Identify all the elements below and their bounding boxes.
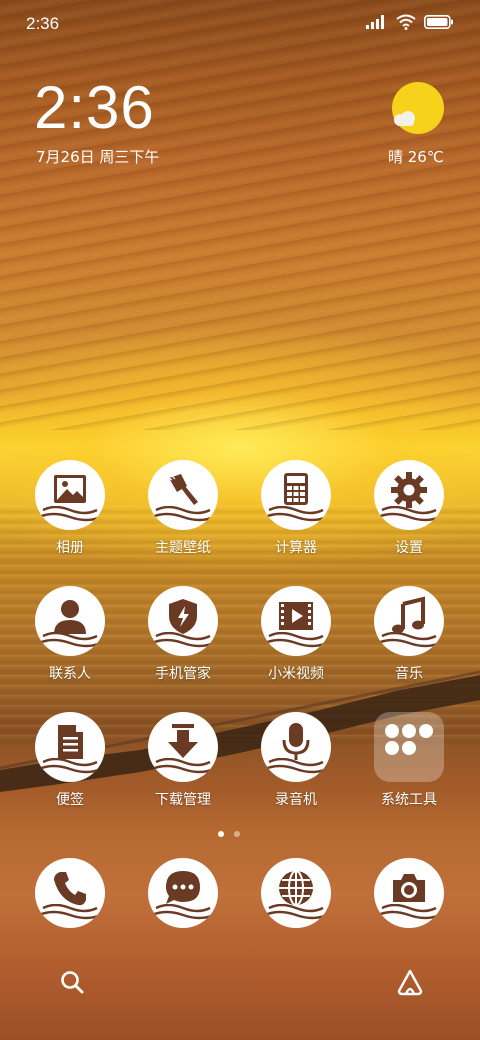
app-contacts[interactable]: 联系人 (20, 586, 120, 696)
app-music[interactable]: 音乐 (359, 586, 459, 696)
app-label: 便签 (56, 792, 84, 808)
page-dot (234, 831, 240, 837)
wifi-icon (396, 14, 416, 30)
clock-date[interactable]: 7月26日 周三下午 (36, 146, 159, 167)
app-label: 音乐 (395, 666, 423, 682)
wave-decoration (151, 632, 215, 648)
wave-decoration (264, 506, 328, 522)
video-icon (279, 602, 313, 630)
app-vault-icon[interactable] (396, 968, 424, 996)
wave-decoration (151, 758, 215, 774)
wave-decoration (377, 506, 441, 522)
app-icon-bg (148, 858, 218, 928)
gear-icon (391, 472, 427, 508)
app-icon-bg (261, 712, 331, 782)
app-icon-bg (374, 586, 444, 656)
app-settings[interactable]: 设置 (359, 460, 459, 570)
app-label: 计算器 (275, 540, 317, 556)
battery-icon (424, 15, 453, 29)
status-bar: 2:36 (0, 0, 480, 50)
message-icon (166, 871, 200, 904)
app-icon-bg (261, 586, 331, 656)
download-icon (168, 724, 198, 758)
app-calculator[interactable]: 计算器 (246, 460, 346, 570)
wave-decoration (38, 904, 102, 920)
app-label: 相册 (56, 540, 84, 556)
page-dot-active (218, 831, 224, 837)
page-indicator[interactable] (218, 831, 240, 837)
app-icon-bg (261, 460, 331, 530)
app-icon-bg (261, 858, 331, 928)
wave-decoration (377, 632, 441, 648)
wave-decoration (38, 632, 102, 648)
app-label: 系统工具 (381, 792, 437, 808)
app-label: 设置 (395, 540, 423, 556)
music-note-icon (392, 596, 425, 634)
app-recorder[interactable]: 录音机 (246, 712, 346, 822)
app-label: 手机管家 (155, 666, 211, 682)
app-icon-bg (35, 858, 105, 928)
wave-decoration (151, 506, 215, 522)
app-icon-bg (374, 460, 444, 530)
browser-globe-icon (279, 870, 313, 906)
app-label: 联系人 (49, 666, 91, 682)
app-label: 小米视频 (268, 666, 324, 682)
app-icon-bg (35, 460, 105, 530)
app-gallery[interactable]: 相册 (20, 460, 120, 570)
dock-messages[interactable] (133, 858, 233, 930)
app-icon-bg (35, 586, 105, 656)
app-icon-bg (35, 712, 105, 782)
security-shield-icon (169, 599, 197, 634)
notes-icon (58, 725, 83, 759)
calculator-icon (284, 473, 308, 505)
wave-decoration (38, 506, 102, 522)
mini-app-icon (385, 724, 399, 738)
status-icons (366, 14, 454, 30)
wave-decoration (264, 904, 328, 920)
clock-time[interactable]: 2:36 (34, 78, 155, 138)
contact-icon (54, 600, 86, 634)
app-security[interactable]: 手机管家 (133, 586, 233, 696)
theme-brush-icon (168, 474, 198, 505)
app-folder-system-tools[interactable]: 系统工具 (359, 712, 459, 822)
phone-icon (54, 872, 86, 906)
app-label: 录音机 (275, 792, 317, 808)
app-downloads[interactable]: 下载管理 (133, 712, 233, 822)
folder-icon (374, 712, 444, 782)
status-time: 2:36 (26, 14, 60, 33)
wave-decoration (264, 758, 328, 774)
search-icon[interactable] (58, 968, 86, 996)
wave-decoration (38, 758, 102, 774)
signal-icon (366, 15, 384, 29)
mini-app-icon (402, 724, 416, 738)
app-icon-bg (148, 460, 218, 530)
mini-app-icon (385, 741, 399, 755)
dock-phone[interactable] (20, 858, 120, 930)
app-label: 主题壁纸 (155, 540, 211, 556)
mini-app-icon (402, 741, 416, 755)
weather-text[interactable]: 晴 26℃ (388, 146, 444, 167)
app-theme[interactable]: 主题壁纸 (133, 460, 233, 570)
app-notes[interactable]: 便签 (20, 712, 120, 822)
app-icon-bg (148, 586, 218, 656)
wave-decoration (377, 904, 441, 920)
wave-decoration (264, 632, 328, 648)
camera-icon (393, 874, 425, 902)
dock-browser[interactable] (246, 858, 346, 930)
mini-app-icon (419, 724, 433, 738)
app-icon-bg (374, 858, 444, 928)
sunny-cloud-icon[interactable] (388, 80, 448, 136)
app-video[interactable]: 小米视频 (246, 586, 346, 696)
microphone-icon (282, 723, 310, 760)
wave-decoration (151, 904, 215, 920)
app-icon-bg (148, 712, 218, 782)
dock-camera[interactable] (359, 858, 459, 930)
gallery-icon (54, 475, 86, 503)
wallpaper-clouds (0, 0, 480, 430)
app-label: 下载管理 (155, 792, 211, 808)
